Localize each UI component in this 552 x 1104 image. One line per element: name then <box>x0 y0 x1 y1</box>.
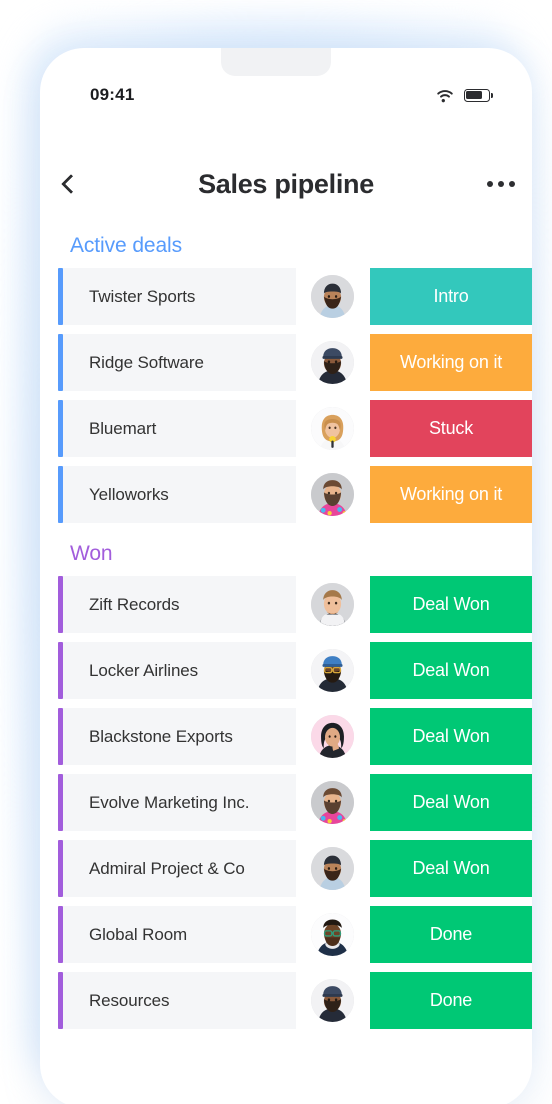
deal-name-cell[interactable]: Bluemart <box>63 400 296 457</box>
table-row[interactable]: Resources Done <box>40 972 532 1029</box>
owner-avatar-cell[interactable] <box>299 334 366 391</box>
table-row[interactable]: Yelloworks Working on it <box>40 466 532 523</box>
ellipsis-icon <box>487 181 493 187</box>
owner-avatar-cell[interactable] <box>299 400 366 457</box>
board-list[interactable]: Active deals Twister Sports Intro Ridge So… <box>40 224 532 1104</box>
wifi-icon <box>437 89 453 102</box>
chevron-left-icon <box>61 174 81 194</box>
status-badge[interactable]: Working on it <box>370 466 532 523</box>
owner-avatar-cell[interactable] <box>299 642 366 699</box>
page-title: Sales pipeline <box>198 168 374 199</box>
owner-avatar-cell[interactable] <box>299 576 366 633</box>
status-badge[interactable]: Working on it <box>370 334 532 391</box>
owner-avatar-cell[interactable] <box>299 972 366 1029</box>
status-badge[interactable]: Deal Won <box>370 840 532 897</box>
screenshot-stage: 09:41 Sales pipeline Active deals Twiste… <box>0 0 552 1104</box>
phone-frame: 09:41 Sales pipeline Active deals Twiste… <box>40 48 532 1104</box>
ellipsis-icon <box>498 181 504 187</box>
status-badge[interactable]: Deal Won <box>370 774 532 831</box>
table-row[interactable]: Ridge Software Working on it <box>40 334 532 391</box>
avatar-man-beard-floral <box>311 473 354 516</box>
table-row[interactable]: Global Room Done <box>40 906 532 963</box>
avatar-man-short-hair <box>311 583 354 626</box>
avatar-man-glasses-cap <box>311 649 354 692</box>
table-row[interactable]: Locker Airlines Deal Won <box>40 642 532 699</box>
deal-name-cell[interactable]: Ridge Software <box>63 334 296 391</box>
table-row[interactable]: Evolve Marketing Inc. Deal Won <box>40 774 532 831</box>
status-badge[interactable]: Done <box>370 972 532 1029</box>
deal-name-cell[interactable]: Yelloworks <box>63 466 296 523</box>
battery-icon <box>464 88 494 102</box>
avatar-man-glasses-navy <box>311 913 354 956</box>
back-button[interactable] <box>40 174 102 194</box>
nav-bar: Sales pipeline <box>40 154 532 214</box>
deal-name-cell[interactable]: Zift Records <box>63 576 296 633</box>
owner-avatar-cell[interactable] <box>299 906 366 963</box>
group-title[interactable]: Active deals <box>40 224 532 268</box>
owner-avatar-cell[interactable] <box>299 466 366 523</box>
deal-name-cell[interactable]: Resources <box>63 972 296 1029</box>
deal-name-cell[interactable]: Admiral Project & Co <box>63 840 296 897</box>
deal-name-cell[interactable]: Locker Airlines <box>63 642 296 699</box>
deal-name-cell[interactable]: Blackstone Exports <box>63 708 296 765</box>
status-badge[interactable]: Done <box>370 906 532 963</box>
phone-notch <box>221 48 331 76</box>
table-row[interactable]: Admiral Project & Co Deal Won <box>40 840 532 897</box>
owner-avatar-cell[interactable] <box>299 840 366 897</box>
status-badge[interactable]: Stuck <box>370 400 532 457</box>
group-rows: Twister Sports Intro Ridge Software Worki… <box>40 268 532 523</box>
owner-avatar-cell[interactable] <box>299 774 366 831</box>
status-badge[interactable]: Deal Won <box>370 708 532 765</box>
ellipsis-icon <box>509 181 515 187</box>
status-badge[interactable]: Deal Won <box>370 642 532 699</box>
more-options-button[interactable] <box>470 181 532 187</box>
owner-avatar-cell[interactable] <box>299 708 366 765</box>
group-title[interactable]: Won <box>40 532 532 576</box>
table-row[interactable]: Twister Sports Intro <box>40 268 532 325</box>
table-row[interactable]: Zift Records Deal Won <box>40 576 532 633</box>
status-badge[interactable]: Deal Won <box>370 576 532 633</box>
table-row[interactable]: Bluemart Stuck <box>40 400 532 457</box>
status-bar: 09:41 <box>40 82 532 108</box>
avatar-man-turban-beard <box>311 847 354 890</box>
table-row[interactable]: Blackstone Exports Deal Won <box>40 708 532 765</box>
deal-name-cell[interactable]: Global Room <box>63 906 296 963</box>
deal-name-cell[interactable]: Twister Sports <box>63 268 296 325</box>
status-bar-icons <box>435 88 494 103</box>
avatar-man-cap-beard <box>311 979 354 1022</box>
battery-fill <box>466 90 483 100</box>
avatar-man-beard-floral <box>311 781 354 824</box>
avatar-woman-dark-hair-pink <box>311 715 354 758</box>
avatar-woman-blonde-mic <box>311 407 354 450</box>
deal-name-cell[interactable]: Evolve Marketing Inc. <box>63 774 296 831</box>
avatar-man-turban-beard <box>311 275 354 318</box>
status-badge[interactable]: Intro <box>370 268 532 325</box>
status-bar-time: 09:41 <box>90 85 135 104</box>
avatar-man-cap-beard <box>311 341 354 384</box>
group-rows: Zift Records Deal Won Locker Airlines Dea… <box>40 576 532 1029</box>
owner-avatar-cell[interactable] <box>299 268 366 325</box>
